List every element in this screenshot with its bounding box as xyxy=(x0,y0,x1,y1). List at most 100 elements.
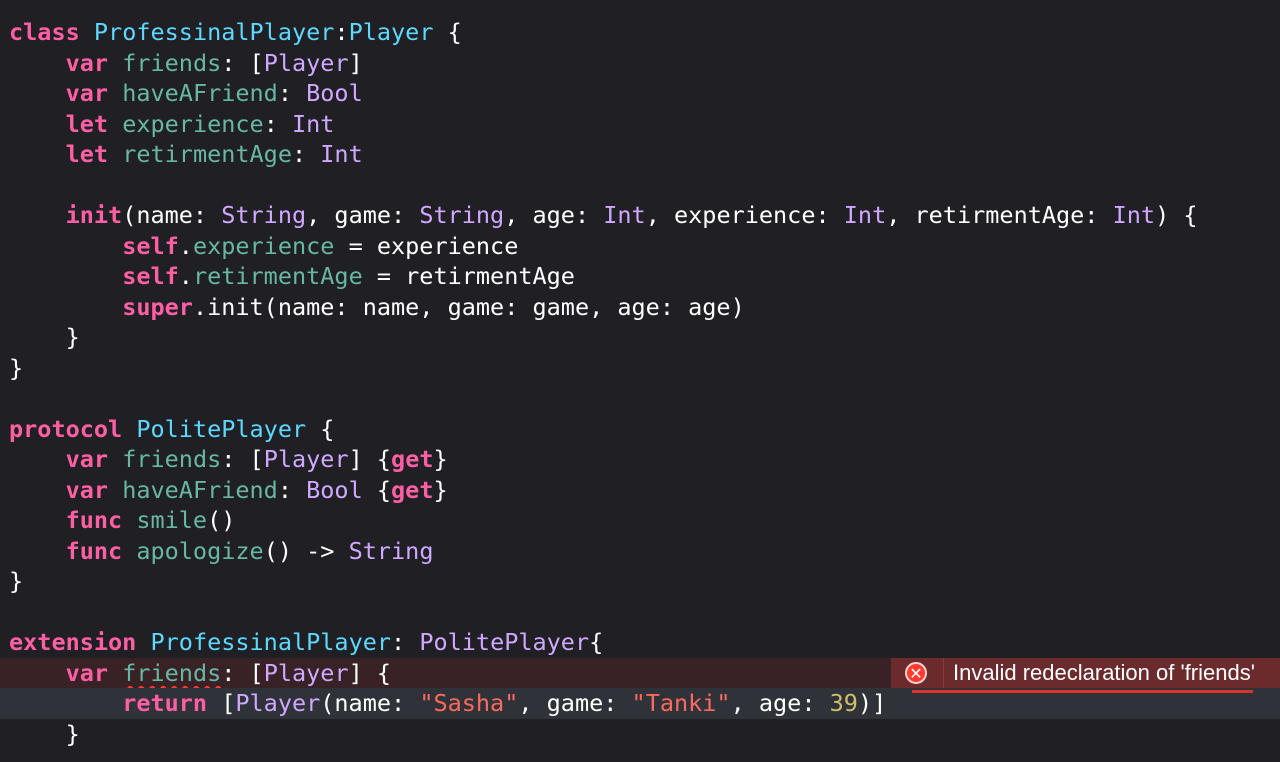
code-line[interactable]: protocol PolitePlayer { xyxy=(0,414,1280,445)
code-token: : [ xyxy=(221,48,264,77)
code-token: Bool xyxy=(306,475,363,504)
code-token: friends xyxy=(122,445,222,473)
code-text: init(name: String, game: String, age: In… xyxy=(9,200,1198,231)
code-text: func apologize() -> String xyxy=(9,536,434,567)
code-token: } xyxy=(9,353,24,382)
code-line[interactable]: var haveAFriend: Bool xyxy=(0,78,1280,109)
code-line[interactable]: self.retirmentAge = retirmentAge xyxy=(0,261,1280,292)
code-line[interactable]: func apologize() -> String xyxy=(0,536,1280,567)
code-token: } xyxy=(9,719,80,748)
code-token: } xyxy=(433,475,448,504)
code-token: , game: xyxy=(306,201,420,229)
code-token: : xyxy=(391,628,420,656)
code-line[interactable]: let experience: Int xyxy=(0,109,1280,140)
code-token: : xyxy=(291,140,321,168)
code-token: experience xyxy=(192,231,335,260)
error-underline xyxy=(912,690,1253,693)
code-token: ProfessinalPlayer xyxy=(150,628,392,656)
code-token: () -> xyxy=(263,536,349,565)
code-token: var xyxy=(65,48,109,77)
code-text: var haveAFriend: Bool xyxy=(9,78,363,109)
code-text: let retirmentAge: Int xyxy=(9,139,363,170)
code-token: apologize xyxy=(136,536,264,565)
code-token: } xyxy=(9,567,24,595)
code-token: Int xyxy=(843,201,887,229)
code-token: protocol xyxy=(9,414,123,443)
code-token: get xyxy=(391,445,434,473)
code-token: : xyxy=(277,475,307,504)
error-x-circle-icon: ✕ xyxy=(905,662,927,684)
code-token: . xyxy=(178,262,193,290)
code-line[interactable]: } xyxy=(0,322,1280,353)
code-token: . xyxy=(178,231,193,260)
code-line[interactable]: var friends: [Player] {get} xyxy=(0,444,1280,475)
code-token: ] { xyxy=(348,445,392,473)
code-text: func smile() xyxy=(9,505,236,536)
code-token: 39 xyxy=(829,689,858,717)
code-line[interactable]: class ProfessinalPlayer:Player { xyxy=(0,17,1280,48)
code-token: { xyxy=(306,414,335,443)
code-line[interactable]: var friends: [Player] xyxy=(0,48,1280,79)
code-token: friends xyxy=(122,658,222,687)
code-token: , age: xyxy=(730,689,830,717)
code-text: let experience: Int xyxy=(9,109,335,140)
code-token: var xyxy=(65,658,109,687)
code-token: Bool xyxy=(306,79,363,107)
code-line[interactable]: func smile() xyxy=(0,505,1280,536)
code-line[interactable] xyxy=(0,383,1280,414)
error-banner[interactable]: ✕ Invalid redeclaration of 'friends' xyxy=(891,658,1280,688)
code-token: Player xyxy=(348,18,434,46)
code-line[interactable]: } xyxy=(0,566,1280,597)
code-line[interactable]: var haveAFriend: Bool {get} xyxy=(0,475,1280,506)
code-token: { xyxy=(433,18,462,46)
code-token: Int xyxy=(603,201,646,229)
code-text: } xyxy=(9,353,23,384)
code-token: : xyxy=(334,18,349,46)
code-token: } xyxy=(9,323,80,351)
code-token: [ xyxy=(207,689,236,717)
code-line[interactable]: init(name: String, game: String, age: In… xyxy=(0,200,1280,231)
code-text: var friends: [Player] { xyxy=(9,658,391,689)
code-token: () xyxy=(207,506,236,534)
code-line[interactable] xyxy=(0,170,1280,201)
code-text: var haveAFriend: Bool {get} xyxy=(9,475,448,506)
code-token: self xyxy=(122,231,179,260)
code-line[interactable]: } xyxy=(0,719,1280,750)
code-token: let xyxy=(65,140,109,168)
code-text: class ProfessinalPlayer:Player { xyxy=(9,17,462,48)
code-token: )] xyxy=(857,689,887,717)
code-line[interactable]: } xyxy=(0,353,1280,384)
code-token: (name: xyxy=(122,201,222,229)
code-token: super xyxy=(122,292,193,321)
code-line[interactable]: self.experience = experience xyxy=(0,231,1280,262)
code-token: : xyxy=(277,79,307,107)
code-line[interactable] xyxy=(0,597,1280,628)
code-editor[interactable]: class ProfessinalPlayer:Player { var fri… xyxy=(0,0,1280,762)
code-token: : xyxy=(263,109,292,138)
code-token: ) { xyxy=(1155,201,1198,229)
code-line[interactable]: let retirmentAge: Int xyxy=(0,139,1280,170)
code-text: } xyxy=(9,322,80,353)
code-line[interactable]: extension ProfessinalPlayer: PolitePlaye… xyxy=(0,627,1280,658)
code-token: smile xyxy=(136,506,208,534)
code-text: } xyxy=(9,566,23,597)
code-token: .init(name: name, game: game, age: age) xyxy=(192,292,745,321)
code-token: init xyxy=(65,201,123,229)
code-token: var xyxy=(65,475,109,504)
code-token: Player xyxy=(263,658,349,687)
code-token: retirmentAge xyxy=(122,140,292,168)
code-token: Player xyxy=(263,445,349,473)
code-line[interactable]: super.init(name: name, game: game, age: … xyxy=(0,292,1280,323)
